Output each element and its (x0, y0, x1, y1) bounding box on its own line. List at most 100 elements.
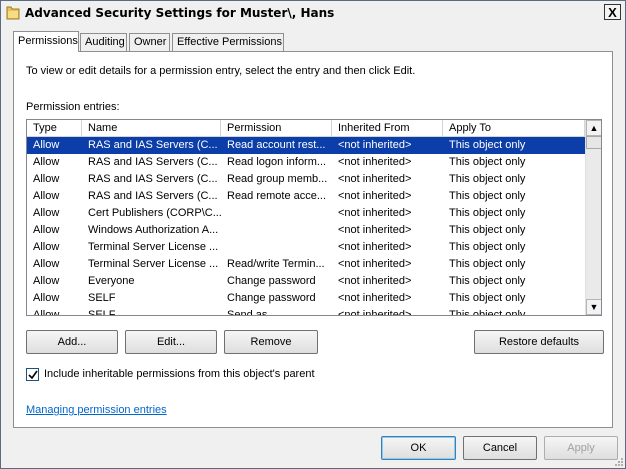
tab-effective-permissions[interactable]: Effective Permissions (172, 33, 284, 51)
cell-name: Terminal Server License ... (88, 241, 219, 253)
cell-permission (221, 239, 332, 256)
column-header-name[interactable]: Name (82, 120, 221, 137)
cell-name: Cert Publishers (CORP\C... (88, 207, 221, 219)
cell-type: Allow (33, 275, 60, 287)
cell-name: SELF (88, 309, 116, 316)
cell-inherited-from: <not inherited> (338, 241, 412, 253)
cell-permission (221, 222, 332, 239)
tab-auditing[interactable]: Auditing (80, 33, 127, 51)
cell-type: Allow (33, 173, 60, 185)
cell-type: Allow (33, 207, 60, 219)
cell-apply-to: This object only (449, 173, 526, 185)
advanced-security-dialog: Advanced Security Settings for Muster\, … (0, 0, 626, 469)
cell-apply-to: This object only (449, 309, 526, 316)
table-row[interactable]: Allow Terminal Server License ... Read/wri… (27, 256, 585, 273)
table-row[interactable]: Allow RAS and IAS Servers (C... Read accou… (27, 137, 585, 154)
table-row[interactable]: Allow SELF Send as <not inherited> This obje… (27, 307, 585, 316)
cell-apply-to: This object only (449, 275, 526, 287)
cell-type: Allow (33, 241, 60, 253)
cell-type: Allow (33, 224, 60, 236)
cell-permission: Change password (227, 292, 316, 304)
cell-permission: Read/write Termin... (227, 258, 325, 270)
table-row[interactable]: Allow Windows Authorization A... <not inhe… (27, 222, 585, 239)
cell-type: Allow (33, 156, 60, 168)
cell-apply-to: This object only (449, 139, 526, 151)
entries-label: Permission entries: (26, 101, 120, 113)
window-title: Advanced Security Settings for Muster\, … (25, 6, 335, 20)
tab-permissions[interactable]: Permissions (13, 31, 79, 52)
managing-permissions-link[interactable]: Managing permission entries (26, 404, 167, 416)
cell-apply-to: This object only (449, 241, 526, 253)
edit-button[interactable]: Edit... (125, 330, 217, 354)
table-row[interactable]: Allow Cert Publishers (CORP\C... <not inhe… (27, 205, 585, 222)
cell-name: Terminal Server License ... (88, 258, 219, 270)
cell-apply-to: This object only (449, 207, 526, 219)
cell-type: Allow (33, 258, 60, 270)
cancel-button[interactable]: Cancel (463, 436, 537, 460)
cell-inherited-from: <not inherited> (338, 173, 412, 185)
cell-inherited-from: <not inherited> (338, 309, 412, 316)
cell-apply-to: This object only (449, 292, 526, 304)
cell-apply-to: This object only (449, 258, 526, 270)
scroll-thumb[interactable] (586, 136, 601, 149)
permission-entries-list[interactable]: Type Name Permission Inherited From Appl… (26, 119, 602, 316)
cell-inherited-from: <not inherited> (338, 190, 412, 202)
column-header-apply-to[interactable]: Apply To (443, 120, 585, 137)
table-row[interactable]: Allow Everyone Change password <not inherit… (27, 273, 585, 290)
list-scrollbar[interactable]: ▲ ▼ (585, 120, 601, 315)
inherit-checkbox[interactable] (26, 368, 39, 381)
cell-name: SELF (88, 292, 116, 304)
column-header-inherited-from[interactable]: Inherited From (332, 120, 443, 137)
cell-inherited-from: <not inherited> (338, 207, 412, 219)
cell-apply-to: This object only (449, 156, 526, 168)
cell-name: RAS and IAS Servers (C... (88, 139, 218, 151)
list-header: Type Name Permission Inherited From Appl… (27, 120, 585, 137)
title-bar[interactable]: Advanced Security Settings for Muster\, … (1, 1, 625, 25)
table-row[interactable]: Allow RAS and IAS Servers (C... Read remot… (27, 188, 585, 205)
checkmark-icon (28, 370, 38, 380)
close-icon: X (608, 5, 617, 20)
remove-button[interactable]: Remove (224, 330, 318, 354)
folder-icon (6, 6, 20, 20)
cell-inherited-from: <not inherited> (338, 258, 412, 270)
cell-name: RAS and IAS Servers (C... (88, 173, 218, 185)
table-row[interactable]: Allow Terminal Server License ... <not inh… (27, 239, 585, 256)
cell-inherited-from: <not inherited> (338, 224, 412, 236)
close-button[interactable]: X (604, 4, 621, 20)
cell-permission: Read logon inform... (227, 156, 327, 168)
cell-type: Allow (33, 190, 60, 202)
cell-name: RAS and IAS Servers (C... (88, 190, 218, 202)
resize-grip-icon[interactable] (614, 457, 624, 467)
cell-name: Everyone (88, 275, 135, 287)
cell-inherited-from: <not inherited> (338, 292, 412, 304)
apply-button[interactable]: Apply (544, 436, 618, 460)
table-row[interactable]: Allow RAS and IAS Servers (C... Read logon… (27, 154, 585, 171)
inherit-checkbox-label: Include inheritable permissions from thi… (44, 368, 315, 380)
cell-name: RAS and IAS Servers (C... (88, 156, 218, 168)
scroll-down-icon[interactable]: ▼ (586, 299, 601, 315)
cell-inherited-from: <not inherited> (338, 139, 412, 151)
column-header-permission[interactable]: Permission (221, 120, 332, 137)
table-row[interactable]: Allow SELF Change password <not inherited> T… (27, 290, 585, 307)
restore-defaults-button[interactable]: Restore defaults (474, 330, 604, 354)
cell-apply-to: This object only (449, 190, 526, 202)
cell-name: Windows Authorization A... (88, 224, 219, 236)
cell-permission: Read remote acce... (227, 190, 327, 202)
tab-owner[interactable]: Owner (129, 33, 170, 51)
cell-permission: Read account rest... (227, 139, 326, 151)
cell-type: Allow (33, 292, 60, 304)
cell-inherited-from: <not inherited> (338, 156, 412, 168)
cell-permission: Change password (227, 275, 316, 287)
ok-button[interactable]: OK (381, 436, 456, 460)
cell-permission (221, 205, 332, 222)
add-button[interactable]: Add... (26, 330, 118, 354)
column-header-type[interactable]: Type (27, 120, 82, 137)
scroll-up-icon[interactable]: ▲ (586, 120, 601, 136)
permissions-panel: To view or edit details for a permission… (13, 51, 613, 428)
cell-permission: Read group memb... (227, 173, 328, 185)
table-row[interactable]: Allow RAS and IAS Servers (C... Read group… (27, 171, 585, 188)
cell-permission: Send as (227, 309, 268, 316)
cell-type: Allow (33, 309, 60, 316)
cell-apply-to: This object only (449, 224, 526, 236)
cell-type: Allow (33, 139, 60, 151)
